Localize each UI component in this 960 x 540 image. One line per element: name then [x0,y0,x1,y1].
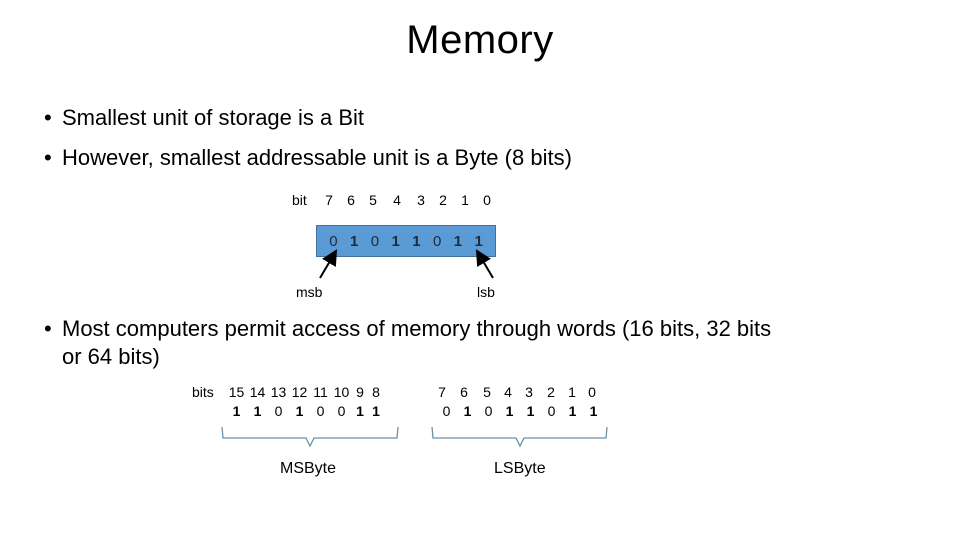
bit-index: 8 [372,384,380,400]
ms-index-row: 15 14 13 12 11 10 9 8 [226,384,384,400]
bit-value: 0 [547,403,556,419]
bit-index: 12 [291,384,308,400]
bit-index: 5 [483,384,491,400]
ls-index-row: 76543210 [432,384,602,400]
bit-index: 9 [356,384,364,400]
bit-index: 15 [228,384,245,400]
bit-value: 1 [356,403,364,419]
msbyte-label: MSByte [280,460,337,477]
word-index-label: bits [192,384,214,400]
bit-index: 0 [588,384,596,400]
bit-index: 11 [313,384,328,400]
bit-value: 0 [274,403,283,419]
bit-value: 0 [337,403,346,419]
bit-value: 1 [295,403,304,419]
msb-arrow-icon [319,249,338,279]
bit-index: 1 [568,384,576,400]
bit-index: 13 [270,384,287,400]
bit-index: 4 [504,384,512,400]
bit-value: 1 [568,403,577,419]
bit-value: 1 [463,403,472,419]
bit-value: 0 [484,403,493,419]
lsbyte-label: LSByte [494,460,546,477]
bit-value: 1 [372,403,380,419]
bit-index: 6 [460,384,468,400]
bit-value: 1 [253,403,262,419]
bit-index: 7 [438,384,446,400]
ms-brace-icon [221,426,399,448]
bullet-text: Most computers permit access of memory t… [62,316,772,341]
bit-value: 1 [526,403,535,419]
bit-index: 3 [525,384,533,400]
bit-value: 0 [442,403,451,419]
ls-bit-row: 01011011 [436,403,604,419]
ms-bit-row: 11010011 [226,403,384,419]
bit-value: 1 [589,403,598,419]
bit-index: 14 [249,384,266,400]
bullet-dot: • [44,316,52,341]
bullet-3: • Most computers permit access of memory … [44,316,771,342]
bit-value: 1 [232,403,241,419]
lsb-label: lsb [477,284,495,300]
lsb-arrow-icon [475,249,494,279]
bit-index: 2 [547,384,555,400]
bit-index: 10 [333,384,350,400]
bit-value: 1 [505,403,514,419]
ls-brace-icon [431,426,608,448]
bit-value: 0 [316,403,325,419]
bullet-3-continued: or 64 bits) [62,344,160,369]
arrows-and-braces [221,249,608,448]
msb-label: msb [296,284,323,300]
